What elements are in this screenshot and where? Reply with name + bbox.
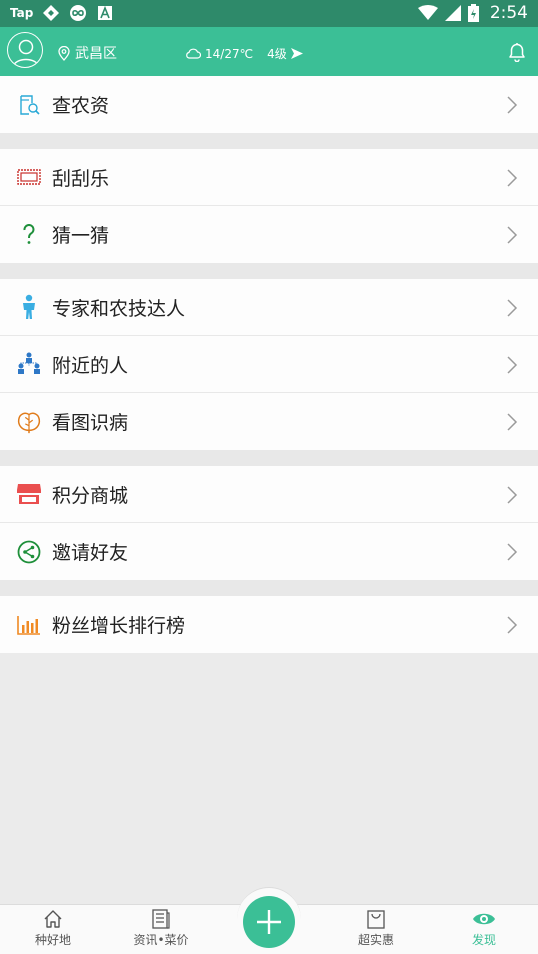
tab-label: 超实惠 bbox=[357, 933, 394, 947]
menu-item-label: 猜一猜 bbox=[52, 225, 110, 247]
menu-group: 刮刮乐 猜一猜 bbox=[0, 149, 538, 263]
share-icon bbox=[16, 539, 42, 565]
wind-direction-icon bbox=[290, 48, 303, 59]
status-time: 2:54 bbox=[489, 3, 528, 23]
tab-label: 种好地 bbox=[34, 933, 71, 947]
menu-item-label: 积分商城 bbox=[52, 484, 129, 507]
chevron-right-icon bbox=[507, 356, 518, 374]
bar-chart-icon bbox=[16, 612, 42, 638]
bell-icon[interactable] bbox=[506, 40, 528, 62]
chevron-right-icon bbox=[507, 413, 518, 431]
eye-icon bbox=[473, 913, 495, 925]
battery-icon bbox=[467, 4, 479, 22]
tab-news-prices[interactable]: 资讯•菜价 bbox=[121, 909, 201, 948]
tab-deals[interactable]: 超实惠 bbox=[336, 909, 416, 948]
menu-item-invite-friends[interactable]: 邀请好友 bbox=[0, 523, 538, 580]
infinity-app-icon bbox=[70, 5, 87, 21]
news-icon bbox=[152, 909, 170, 929]
menu-group: 查农资 bbox=[0, 76, 538, 133]
menu-item-check-farm-supplies[interactable]: 查农资 bbox=[0, 76, 538, 133]
tab-label: 发现 bbox=[471, 933, 496, 947]
menu-item-label: 附近的人 bbox=[52, 354, 129, 377]
wind-label: 4级 bbox=[267, 47, 287, 61]
diamond-app-icon bbox=[43, 5, 60, 21]
chevron-right-icon bbox=[507, 96, 518, 114]
chevron-right-icon bbox=[507, 616, 518, 634]
menu-item-nearby-people[interactable]: 附近的人 bbox=[0, 336, 538, 393]
plant-disease-icon bbox=[16, 409, 42, 435]
menu-group: 积分商城 邀请好友 bbox=[0, 466, 538, 580]
menu-item-label: 查农资 bbox=[52, 95, 110, 117]
app-header: 武昌区 14/27℃ 4级 bbox=[0, 27, 538, 76]
chevron-right-icon bbox=[507, 169, 518, 187]
tab-farming[interactable]: 种好地 bbox=[13, 909, 93, 948]
location-selector[interactable]: 武昌区 bbox=[58, 43, 117, 63]
menu-item-label: 刮刮乐 bbox=[52, 167, 110, 190]
signal-icon bbox=[444, 5, 461, 21]
chevron-right-icon bbox=[507, 299, 518, 317]
menu-item-scratch-card[interactable]: 刮刮乐 bbox=[0, 149, 538, 206]
nearby-people-icon bbox=[16, 351, 42, 377]
tab-label: 资讯•菜价 bbox=[133, 933, 189, 947]
chevron-right-icon bbox=[507, 226, 518, 244]
menu-item-label: 粉丝增长排行榜 bbox=[52, 615, 186, 637]
search-doc-icon bbox=[16, 92, 42, 118]
discover-menu: 查农资 刮刮乐 猜一猜 专家和农技达人 附近的人 看图识病 积分商城 邀请好友 … bbox=[0, 76, 538, 653]
menu-item-guess-game[interactable]: 猜一猜 bbox=[0, 206, 538, 263]
tap-icon: Tap bbox=[10, 6, 34, 20]
avatar[interactable] bbox=[7, 32, 43, 68]
location-label: 武昌区 bbox=[75, 46, 117, 62]
location-pin-icon bbox=[58, 45, 70, 61]
menu-item-experts[interactable]: 专家和农技达人 bbox=[0, 279, 538, 336]
menu-group: 粉丝增长排行榜 bbox=[0, 596, 538, 653]
status-bar: Tap 2:54 bbox=[0, 0, 538, 27]
menu-item-fan-growth-ranking[interactable]: 粉丝增长排行榜 bbox=[0, 596, 538, 653]
plus-icon bbox=[257, 910, 281, 934]
expert-icon bbox=[16, 294, 42, 320]
shop-icon bbox=[16, 481, 42, 507]
tab-discover[interactable]: 发现 bbox=[444, 909, 524, 948]
chevron-right-icon bbox=[507, 543, 518, 561]
menu-item-label: 邀请好友 bbox=[52, 542, 129, 564]
add-button[interactable] bbox=[243, 896, 295, 948]
ticket-icon bbox=[16, 164, 42, 190]
weather-widget[interactable]: 14/27℃ 4级 bbox=[185, 45, 303, 62]
chevron-right-icon bbox=[507, 486, 518, 504]
wifi-icon bbox=[417, 5, 438, 20]
cloud-icon bbox=[186, 48, 201, 59]
menu-item-label: 专家和农技达人 bbox=[52, 297, 186, 320]
menu-item-points-mall[interactable]: 积分商城 bbox=[0, 466, 538, 523]
temperature-label: 14/27℃ bbox=[205, 46, 254, 61]
menu-item-label: 看图识病 bbox=[52, 412, 129, 434]
menu-group: 专家和农技达人 附近的人 看图识病 bbox=[0, 279, 538, 450]
user-avatar-icon bbox=[12, 39, 40, 67]
question-icon bbox=[16, 222, 42, 248]
home-icon bbox=[44, 910, 62, 928]
bag-icon bbox=[367, 910, 385, 929]
menu-item-plant-disease[interactable]: 看图识病 bbox=[0, 393, 538, 450]
a-app-icon bbox=[98, 5, 113, 20]
